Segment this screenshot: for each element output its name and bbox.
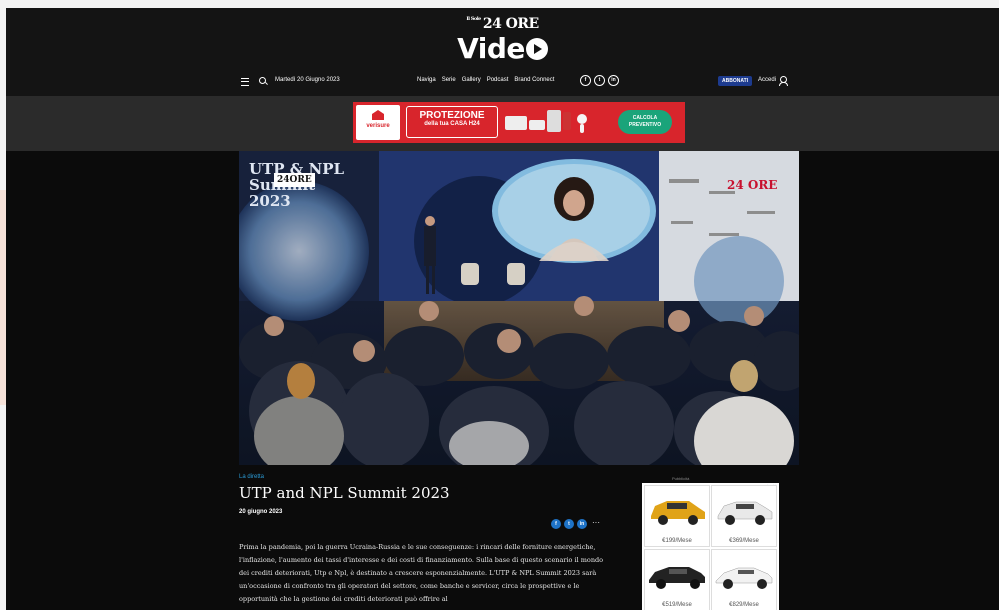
current-date: Martedì 20 Giugno 2023: [275, 77, 340, 83]
right-panel-logo: 24 ORE: [727, 178, 778, 192]
menu-item-brand-connect[interactable]: Brand Connect: [514, 77, 554, 83]
video-player[interactable]: UTP & NPL Summit 2023 24ORE 24 ORE: [239, 151, 799, 465]
stage-24ore-logo: 24ORE: [274, 173, 315, 187]
video-title-text: Vide: [457, 32, 525, 65]
top-ad-band: verisure PROTEZIONE della tua CASA H24 C…: [6, 96, 999, 151]
video-section-title[interactable]: Vide: [6, 32, 999, 65]
ad-headline: PROTEZIONE: [419, 110, 485, 121]
social-links: f t in: [580, 75, 619, 86]
car-ad-tile[interactable]: €519/Mese: [644, 549, 710, 610]
menu-item-serie[interactable]: Serie: [442, 77, 456, 83]
verisure-logo: verisure: [356, 105, 400, 140]
black-car-image: [649, 567, 705, 589]
car-ad-tile[interactable]: €199/Mese: [644, 485, 710, 547]
menu-item-podcast[interactable]: Podcast: [487, 77, 509, 83]
subscribe-button[interactable]: ABBONATI: [718, 76, 753, 86]
search-icon[interactable]: [259, 77, 266, 84]
browser-viewport: Il Sole 24 ORE Vide Martedì 20 Giugno 202…: [6, 8, 999, 610]
white-car-image: [717, 501, 773, 525]
twitter-icon[interactable]: t: [594, 75, 605, 86]
menu-item-gallery[interactable]: Gallery: [462, 77, 481, 83]
login-link[interactable]: Accedi: [758, 77, 776, 83]
article-title: UTP and NPL Summit 2023: [239, 484, 450, 502]
share-linkedin-icon[interactable]: in: [577, 519, 587, 529]
share-twitter-icon[interactable]: t: [564, 519, 574, 529]
white-coupe-image: [715, 567, 773, 589]
brand-prefix: Il Sole: [466, 16, 481, 22]
share-buttons: f t in ···: [551, 519, 600, 529]
main-menu: Naviga Serie Gallery Podcast Brand Conne…: [417, 77, 554, 83]
car-price: €199/Mese: [662, 538, 692, 544]
ad-subline: della tua CASA H24: [424, 121, 480, 127]
facebook-icon[interactable]: f: [580, 75, 591, 86]
share-facebook-icon[interactable]: f: [551, 519, 561, 529]
house-icon: [372, 110, 384, 120]
article-date: 20 giugno 2023: [239, 509, 283, 515]
car-price: €829/Mese: [729, 602, 759, 608]
car-ad-tile[interactable]: €829/Mese: [711, 549, 777, 610]
hamburger-menu-icon[interactable]: [241, 78, 249, 86]
article-kicker[interactable]: La diretta: [239, 474, 264, 480]
site-header: Il Sole 24 ORE Vide Martedì 20 Giugno 202…: [6, 8, 999, 96]
ad-label: Pubblicità: [672, 476, 690, 481]
ad-headline-box: PROTEZIONE della tua CASA H24: [406, 106, 498, 138]
ad-brand-name: verisure: [366, 123, 390, 129]
menu-item-naviga[interactable]: Naviga: [417, 77, 436, 83]
car-price: €369/Mese: [729, 538, 759, 544]
article-body: Prima la pandemia, poi la guerra Ucraina…: [239, 543, 604, 603]
linkedin-icon[interactable]: in: [608, 75, 619, 86]
navigation-bar: Martedì 20 Giugno 2023 Naviga Serie Gall…: [6, 74, 999, 90]
verisure-banner-ad[interactable]: verisure PROTEZIONE della tua CASA H24 C…: [353, 102, 685, 143]
play-icon: [525, 38, 548, 60]
brand-logo-text: 24 ORE: [482, 16, 539, 32]
more-options-icon[interactable]: ···: [592, 519, 600, 529]
main-content: UTP & NPL Summit 2023 24ORE 24 ORE La di…: [6, 151, 999, 610]
brand-logo-24ore[interactable]: Il Sole 24 ORE: [6, 16, 999, 32]
yellow-car-image: [651, 501, 705, 525]
car-price: €519/Mese: [662, 602, 692, 608]
security-devices-image: [505, 110, 597, 134]
car-ad-tile[interactable]: €369/Mese: [711, 485, 777, 547]
user-icon[interactable]: [779, 76, 788, 86]
calcola-preventivo-button[interactable]: CALCOLA PREVENTIVO: [618, 110, 672, 134]
car-ad[interactable]: ▷ ✕ €199/Mese €369/Mese: [642, 483, 779, 610]
